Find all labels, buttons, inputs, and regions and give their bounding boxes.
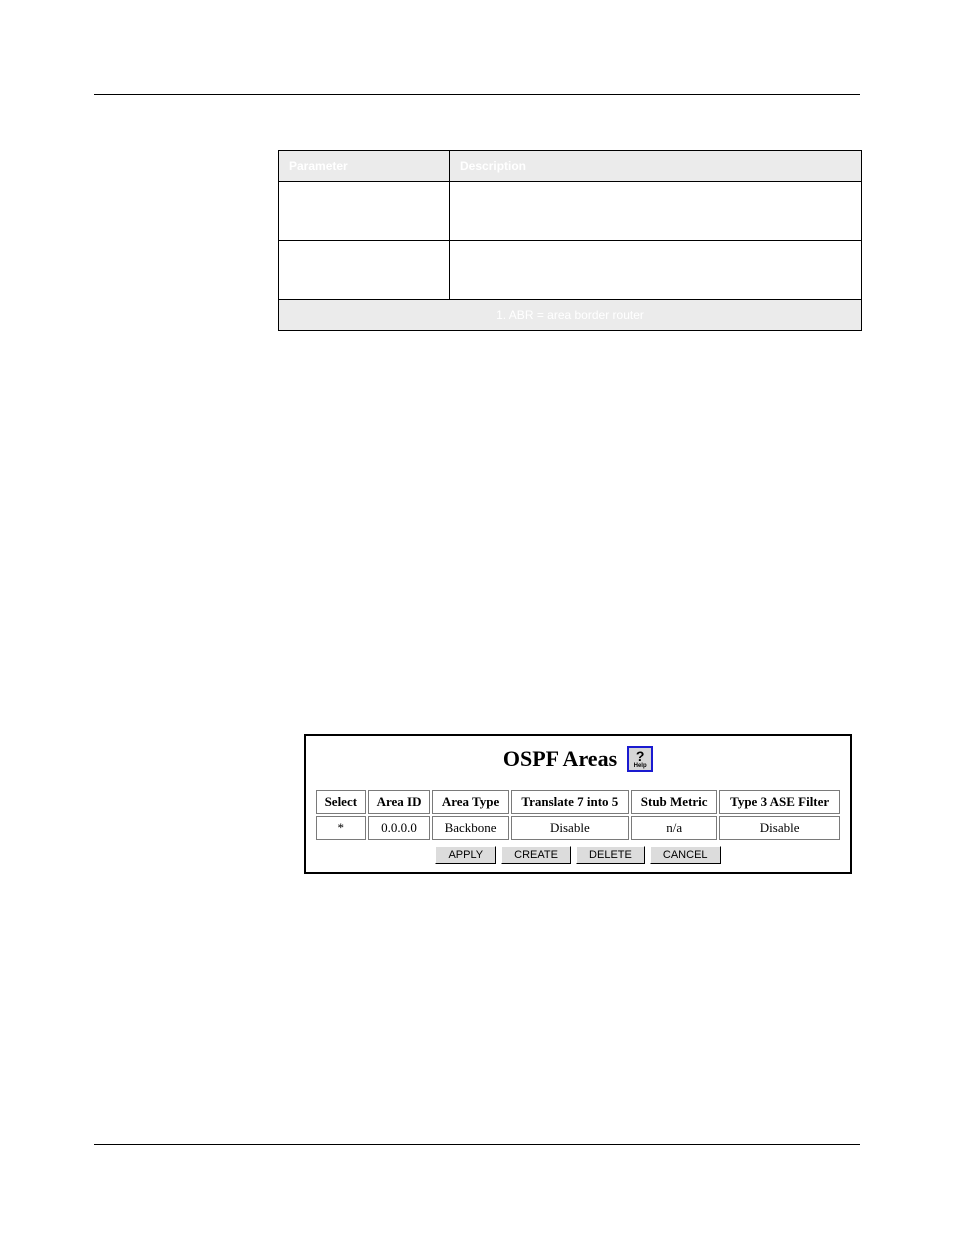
ospf-general-table: Parameter Description OSPF Route Redistr… (278, 150, 862, 331)
col-area-type: Area Type (432, 790, 508, 814)
header-rule (94, 94, 860, 95)
delete-button[interactable]: DELETE (576, 846, 645, 864)
dialog-title-row: OSPF Areas ? Help (314, 746, 842, 772)
table-caption: Table 6-6 OSPF General Configuration (co… (278, 129, 862, 144)
col-parameter: Parameter (279, 151, 450, 182)
cell-area-type: Backbone (432, 816, 508, 840)
param-cell: OSPF Virtual Links (279, 241, 450, 300)
col-description: Description (450, 151, 862, 182)
step-text: In the OSPF Process list, click the acti… (312, 504, 835, 538)
table-footnote-row: 1. ABR = area border router (279, 300, 862, 331)
col-stub-metric: Stub Metric (631, 790, 717, 814)
cell-translate: Disable (511, 816, 629, 840)
step-text: Select Protocols > IP > OSPF > OSPF Gene… (312, 447, 719, 462)
intro-text: Use the following procedure to create an… (278, 413, 860, 432)
footer-rule (94, 1144, 860, 1145)
table-header-row: Select Area ID Area Type Translate 7 int… (316, 790, 840, 814)
ospf-areas-link-text: OSPF Areas (344, 628, 422, 643)
step-sub: The OSPF General page refreshes and disp… (312, 550, 860, 588)
step-sub: The OSPF Areas page appears. (312, 656, 860, 675)
desc-cell: Hyperlink to the OSPF Virtual Links page… (450, 241, 862, 300)
select-column: Select (715, 504, 753, 519)
step-text: Click OSPF Areas in the OSPF Detailed Co… (312, 627, 652, 642)
cancel-button[interactable]: CANCEL (650, 846, 721, 864)
running-header: Chapter 6 Configuring the Catalyst 8500 … (94, 56, 860, 71)
dialog-buttons: APPLY CREATE DELETE CANCEL (314, 846, 842, 864)
apply-button[interactable]: APPLY (435, 846, 496, 864)
table-row: * 0.0.0.0 Backbone Disable n/a Disable (316, 816, 840, 840)
cell-stub-metric: n/a (631, 816, 717, 840)
col-ase-filter: Type 3 ASE Filter (719, 790, 840, 814)
table-footnote: 1. ABR = area border router (279, 300, 862, 331)
col-translate: Translate 7 into 5 (511, 790, 629, 814)
page-footer: Catalyst 8540 CSR Cisco View Based Route… (94, 1177, 860, 1189)
dialog-title: OSPF Areas (503, 746, 617, 772)
desc-cell: Hyperlink to the OSPF Route Redistribute… (450, 182, 862, 241)
page-container: Chapter 6 Configuring the Catalyst 8500 … (0, 0, 954, 1235)
step-3: Click OSPF Areas in the OSPF Detailed Co… (278, 626, 860, 675)
col-select: Select (316, 790, 366, 814)
step-2: In the OSPF Process list, click the acti… (278, 503, 860, 588)
header-subtopic: Configuring OSPF (94, 75, 860, 90)
table-row: OSPF Virtual Links Hyperlink to the OSPF… (279, 241, 862, 300)
col-area-id: Area ID (368, 790, 431, 814)
cell-filter: Disable (719, 816, 840, 840)
nav-path: Protocols > IP > OSPF > OSPF General (352, 447, 591, 462)
step-1: Select Protocols > IP > OSPF > OSPF Gene… (278, 446, 860, 465)
figure-caption: Figure 6-5 OSPF Areas Page (278, 713, 860, 728)
cell-select[interactable]: * (316, 816, 366, 840)
footer-doc-title: Catalyst 8540 CSR Cisco View Based Route… (94, 1177, 428, 1189)
param-cell: OSPF Route Redistribute (279, 182, 450, 241)
heading-creating-ospf-area: Creating an OSPF Area (94, 375, 860, 401)
table-6-6: Table 6-6 OSPF General Configuration (co… (278, 129, 862, 331)
procedure-steps: Select Protocols > IP > OSPF > OSPF Gene… (278, 446, 860, 675)
header-chapter: Chapter 6 (94, 56, 151, 71)
cell-area-id: 0.0.0.0 (368, 816, 431, 840)
footer-page-number: 6-9 (844, 1177, 860, 1189)
header-topic: Configuring the Catalyst 8500 for Routed… (567, 56, 860, 71)
help-icon[interactable]: ? Help (627, 746, 653, 772)
ospf-areas-table: Select Area ID Area Type Translate 7 int… (314, 788, 842, 842)
create-button[interactable]: CREATE (501, 846, 571, 864)
ospf-areas-dialog: OSPF Areas ? Help Select Area ID Area Ty… (304, 734, 852, 874)
table-row: OSPF Route Redistribute Hyperlink to the… (279, 182, 862, 241)
